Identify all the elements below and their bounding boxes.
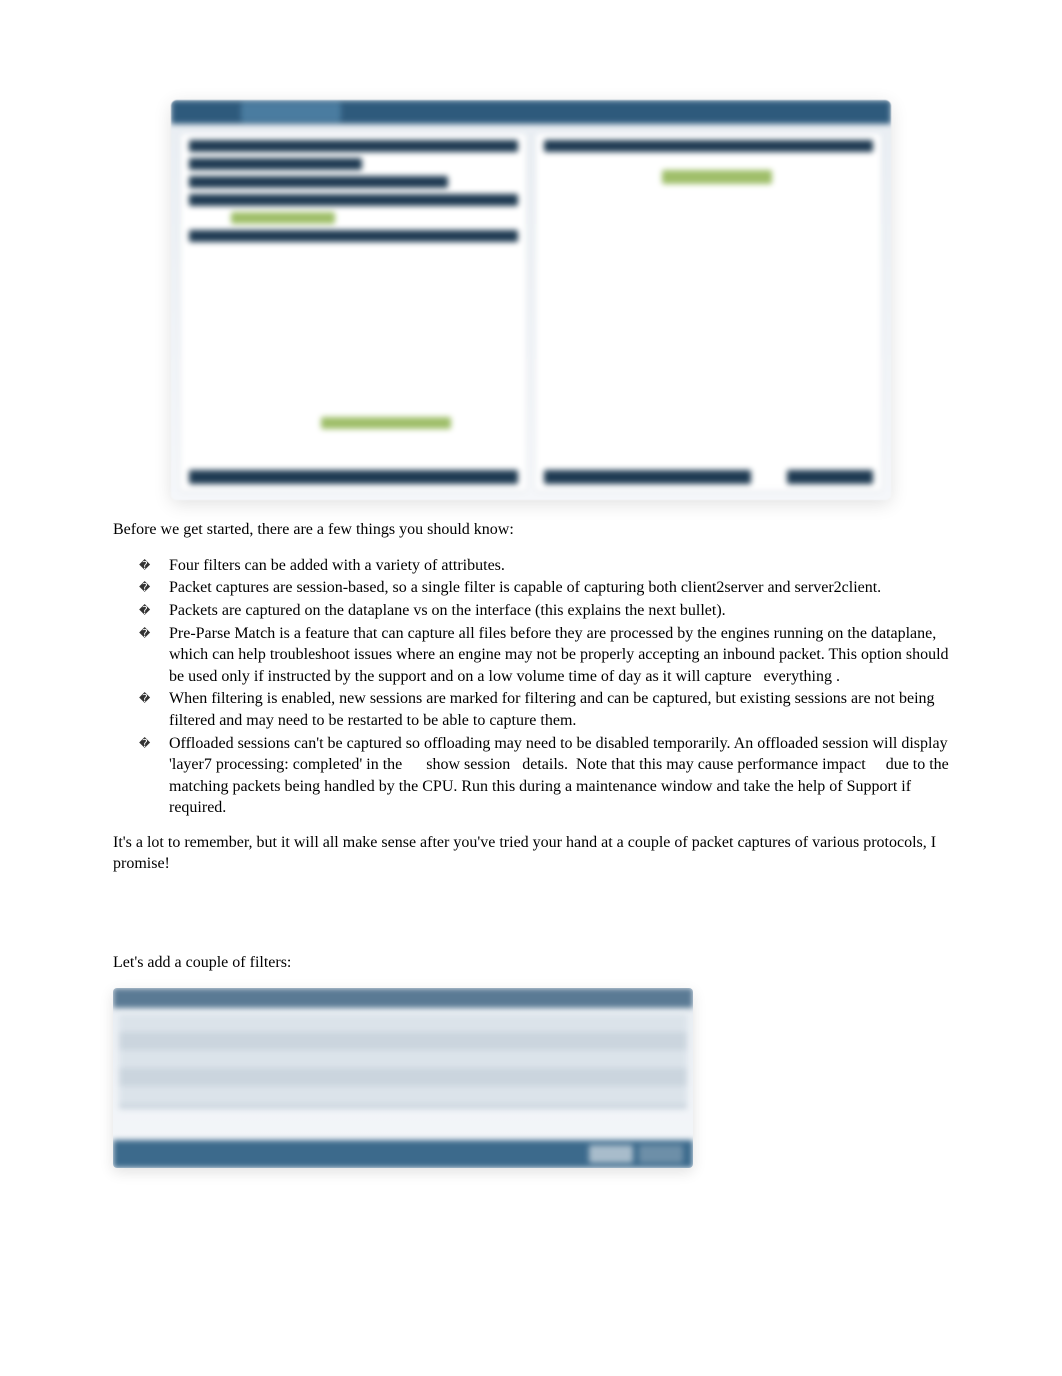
list-item-text: Four filters can be added with a variety… [169, 555, 949, 577]
outro-paragraph: It's a lot to remember, but it will all … [113, 833, 949, 875]
list-item-text: When filtering is enabled, new sessions … [169, 688, 949, 731]
bullet-icon: � [139, 623, 169, 642]
bullet-icon: � [139, 733, 169, 752]
list-item-text: Packet captures are session-based, so a … [169, 577, 949, 599]
list-item: � Offloaded sessions can't be captured s… [139, 733, 949, 819]
list-item-text: Packets are captured on the dataplane vs… [169, 600, 949, 622]
list-item: � Packet captures are session-based, so … [139, 577, 949, 599]
list-item-text: Offloaded sessions can't be captured so … [169, 733, 949, 819]
screenshot-packet-capture-settings [171, 100, 891, 500]
list-item: � Pre-Parse Match is a feature that can … [139, 623, 949, 688]
bullet-icon: � [139, 555, 169, 574]
list-item: � Packets are captured on the dataplane … [139, 600, 949, 622]
screenshot-filters-table [113, 988, 693, 1168]
bullet-icon: � [139, 600, 169, 619]
filters-lead-paragraph: Let's add a couple of filters: [113, 953, 949, 974]
bullet-icon: � [139, 688, 169, 707]
intro-paragraph: Before we get started, there are a few t… [113, 520, 949, 541]
bullet-icon: � [139, 577, 169, 596]
list-item: � When filtering is enabled, new session… [139, 688, 949, 731]
list-item-text: Pre-Parse Match is a feature that can ca… [169, 623, 949, 688]
notes-list: � Four filters can be added with a varie… [139, 555, 949, 819]
list-item: � Four filters can be added with a varie… [139, 555, 949, 577]
